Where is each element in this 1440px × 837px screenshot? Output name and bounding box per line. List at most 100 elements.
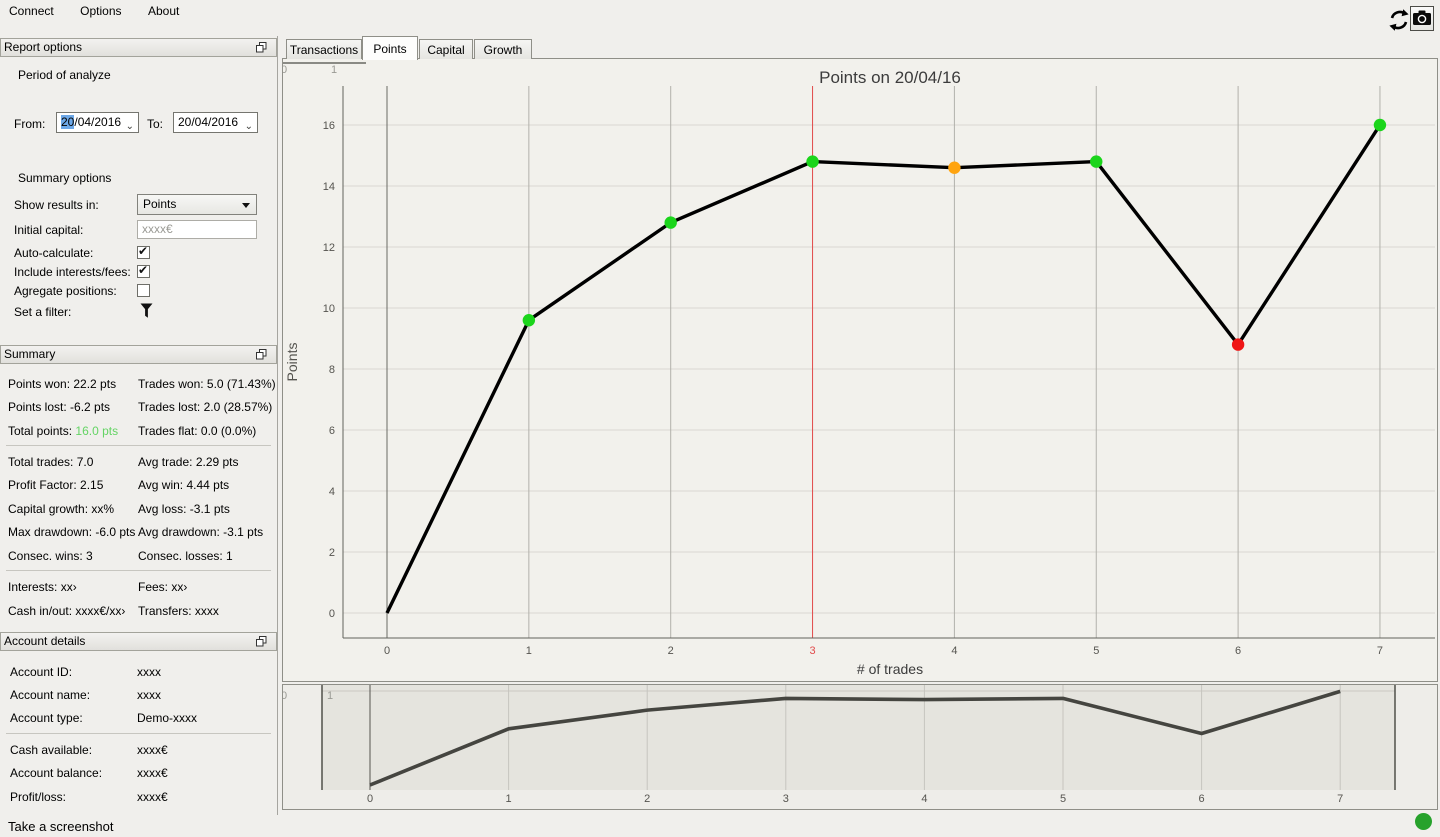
take-screenshot-label[interactable]: Take a screenshot — [8, 819, 114, 834]
chevron-down-icon: ⌄ — [125, 121, 134, 132]
account-balance-value: xxxx€ — [137, 766, 168, 780]
float-panel-icon[interactable] — [256, 636, 267, 647]
cash-available-value: xxxx€ — [137, 743, 168, 757]
svg-text:0: 0 — [367, 793, 373, 805]
to-label: To: — [147, 117, 164, 131]
aggregate-positions-label: Agregate positions: — [14, 284, 117, 298]
from-date-combobox[interactable]: 20/04/2016 ⌄ — [56, 112, 139, 133]
total-points: Total points: 16.0 pts — [8, 424, 119, 438]
svg-text:0: 0 — [283, 690, 287, 702]
svg-text:6: 6 — [329, 425, 335, 437]
svg-text:1: 1 — [331, 64, 337, 76]
account-divider — [6, 733, 271, 734]
svg-text:3: 3 — [809, 645, 815, 657]
max-drawdown: Max drawdown: -6.0 pts — [8, 525, 136, 539]
profit-loss-value: xxxx€ — [137, 790, 168, 804]
auto-calculate-label: Auto-calculate: — [14, 246, 94, 260]
svg-text:# of trades: # of trades — [857, 661, 923, 677]
account-name-label: Account name: — [10, 688, 91, 702]
from-date-rest-text: /04/2016 — [74, 115, 122, 129]
avg-win: Avg win: 4.44 pts — [138, 478, 230, 492]
svg-text:0: 0 — [384, 645, 390, 657]
avg-trade: Avg trade: 2.29 pts — [138, 455, 239, 469]
fees: Fees: xx› — [138, 580, 188, 594]
tab-growth[interactable]: Growth — [474, 39, 532, 59]
points-won: Points won: 22.2 pts — [8, 377, 117, 391]
menu-connect[interactable]: Connect — [0, 0, 65, 20]
auto-calculate-checkbox[interactable]: ✔ — [137, 244, 150, 259]
period-of-analyze-label: Period of analyze — [18, 68, 111, 82]
menu-about[interactable]: About — [137, 0, 190, 20]
show-results-label: Show results in: — [14, 198, 99, 212]
svg-text:0: 0 — [329, 608, 335, 620]
avg-loss: Avg loss: -3.1 pts — [138, 502, 230, 516]
svg-text:12: 12 — [323, 242, 335, 254]
menu-bar: Connect Options About — [0, 0, 1440, 22]
account-details-header: Account details — [0, 632, 277, 651]
camera-button[interactable] — [1410, 6, 1434, 31]
float-panel-icon[interactable] — [256, 42, 267, 53]
svg-text:1: 1 — [327, 690, 333, 702]
camera-icon — [1413, 10, 1431, 25]
profit-factor: Profit Factor: 2.15 — [8, 478, 104, 492]
svg-text:0: 0 — [283, 64, 287, 76]
svg-text:4: 4 — [921, 793, 927, 805]
svg-text:5: 5 — [1093, 645, 1099, 657]
tab-transactions[interactable]: Transactions — [286, 39, 362, 59]
transfers: Transfers: xxxx — [138, 604, 219, 618]
account-name-value: xxxx — [137, 688, 161, 702]
to-date-combobox[interactable]: 20/04/2016 ⌄ — [173, 112, 258, 133]
summary-divider — [6, 445, 271, 446]
dropdown-arrow-icon — [242, 203, 250, 208]
svg-text:7: 7 — [1337, 793, 1343, 805]
checkmark-icon: ✔ — [138, 263, 149, 277]
interests: Interests: xx› — [8, 580, 77, 594]
svg-text:2: 2 — [644, 793, 650, 805]
show-results-dropdown[interactable]: Points — [137, 194, 257, 215]
filter-funnel-icon[interactable] — [139, 302, 154, 320]
svg-text:1: 1 — [526, 645, 532, 657]
total-trades: Total trades: 7.0 — [8, 455, 94, 469]
tab-points[interactable]: Points — [362, 36, 418, 60]
capital-growth: Capital growth: xx% — [8, 502, 115, 516]
summary-header: Summary — [0, 345, 277, 364]
aggregate-positions-checkbox[interactable] — [137, 284, 150, 297]
set-filter-label: Set a filter: — [14, 305, 72, 319]
cash-available-label: Cash available: — [10, 743, 93, 757]
include-interests-checkbox[interactable]: ✔ — [137, 263, 150, 278]
summary-divider — [6, 570, 271, 571]
initial-capital-input[interactable]: xxxx€ — [137, 220, 257, 239]
initial-capital-label: Initial capital: — [14, 223, 84, 237]
report-options-title: Report options — [4, 40, 83, 54]
account-type-value: Demo-xxxx — [137, 711, 198, 725]
svg-text:10: 10 — [323, 303, 335, 315]
summary-options-label: Summary options — [18, 171, 112, 185]
chart-range-overview[interactable]: 0 1 2 3 4 5 6 7 0 1 — [282, 684, 1438, 810]
svg-text:2: 2 — [329, 547, 335, 559]
account-balance-label: Account balance: — [10, 766, 103, 780]
svg-text:6: 6 — [1199, 793, 1205, 805]
cash-in-out: Cash in/out: xxxx€/xx› — [8, 604, 126, 618]
tab-capital[interactable]: Capital — [419, 39, 473, 59]
svg-text:6: 6 — [1235, 645, 1241, 657]
menu-options[interactable]: Options — [69, 0, 132, 20]
sidebar-splitter[interactable] — [277, 36, 278, 815]
profit-loss-label: Profit/loss: — [10, 790, 67, 804]
float-panel-icon[interactable] — [256, 349, 267, 360]
trades-won: Trades won: 5.0 (71.43%) — [138, 377, 276, 391]
to-date-text: 20/04/2016 — [178, 115, 239, 129]
chevron-down-icon: ⌄ — [244, 121, 253, 132]
account-id-label: Account ID: — [10, 665, 73, 679]
include-interests-label: Include interests/fees: — [14, 265, 131, 279]
svg-text:5: 5 — [1060, 793, 1066, 805]
summary-title: Summary — [4, 347, 56, 361]
trades-lost: Trades lost: 2.0 (28.57%) — [138, 400, 273, 414]
initial-capital-placeholder: xxxx€ — [142, 222, 173, 236]
refresh-icon[interactable] — [1387, 8, 1411, 32]
checkmark-icon: ✔ — [138, 244, 149, 258]
svg-text:4: 4 — [951, 645, 957, 657]
app-window: Connect Options About Report options Per… — [0, 0, 1440, 837]
green-status-dot — [1415, 813, 1432, 830]
account-details-title: Account details — [4, 634, 86, 648]
svg-text:14: 14 — [323, 181, 335, 193]
